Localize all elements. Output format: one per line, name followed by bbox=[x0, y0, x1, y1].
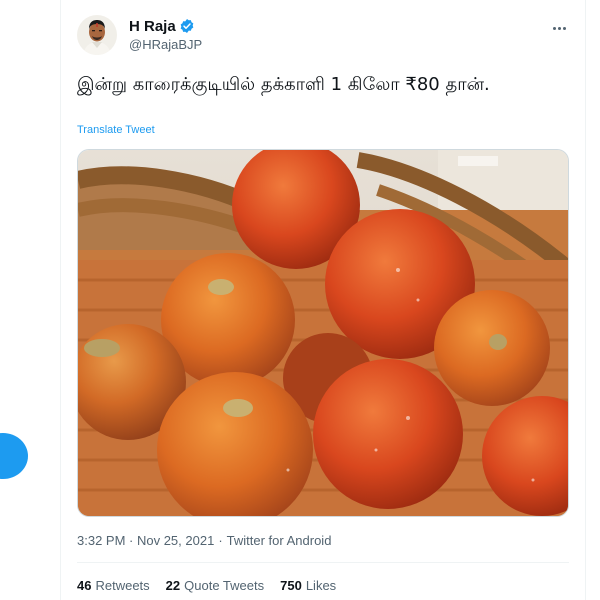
left-navigation-rail bbox=[0, 0, 60, 600]
tweet-header: H Raja @HRajaBJP bbox=[77, 12, 577, 60]
tweet-metadata: 3:32 PM · Nov 25, 2021 · Twitter for And… bbox=[77, 533, 331, 548]
author-name-row[interactable]: H Raja bbox=[129, 16, 195, 36]
compose-tweet-button[interactable] bbox=[0, 433, 28, 479]
tweet-photo[interactable] bbox=[77, 149, 569, 517]
avatar[interactable] bbox=[77, 15, 117, 55]
stats-divider bbox=[77, 562, 569, 563]
tweet-stats: 46 Retweets 22 Quote Tweets 750 Likes bbox=[77, 578, 336, 593]
avatar-photo bbox=[77, 15, 117, 55]
likes-label: Likes bbox=[305, 578, 337, 593]
tweet-source[interactable]: Twitter for Android bbox=[227, 533, 332, 548]
author-display-name[interactable]: H Raja bbox=[129, 18, 176, 35]
retweets-label: Retweets bbox=[95, 578, 150, 593]
tweet-text: இன்று காரைக்குடியில் தக்காளி 1 கிலோ ₹80 … bbox=[77, 74, 490, 95]
retweets-stat[interactable]: 46 Retweets bbox=[77, 578, 150, 593]
likes-count: 750 bbox=[280, 578, 302, 593]
twitter-page: H Raja @HRajaBJP இன்று காரைக்குடியில் தக… bbox=[0, 0, 600, 600]
likes-stat[interactable]: 750 Likes bbox=[280, 578, 336, 593]
tomatoes-photo bbox=[78, 150, 568, 516]
quote-tweets-label: Quote Tweets bbox=[184, 578, 265, 593]
quote-tweets-count: 22 bbox=[165, 578, 181, 593]
translate-tweet-link[interactable]: Translate Tweet bbox=[77, 124, 155, 136]
tweet-timestamp[interactable]: 3:32 PM · Nov 25, 2021 bbox=[77, 533, 214, 548]
author-handle[interactable]: @HRajaBJP bbox=[129, 37, 202, 52]
quote-tweets-stat[interactable]: 22 Quote Tweets bbox=[166, 578, 264, 593]
more-options-icon[interactable] bbox=[547, 18, 571, 38]
tweet-detail: H Raja @HRajaBJP இன்று காரைக்குடியில் தக… bbox=[60, 0, 586, 600]
meta-separator: · bbox=[218, 533, 223, 548]
retweets-count: 46 bbox=[77, 578, 92, 593]
verified-badge-icon bbox=[179, 18, 195, 34]
